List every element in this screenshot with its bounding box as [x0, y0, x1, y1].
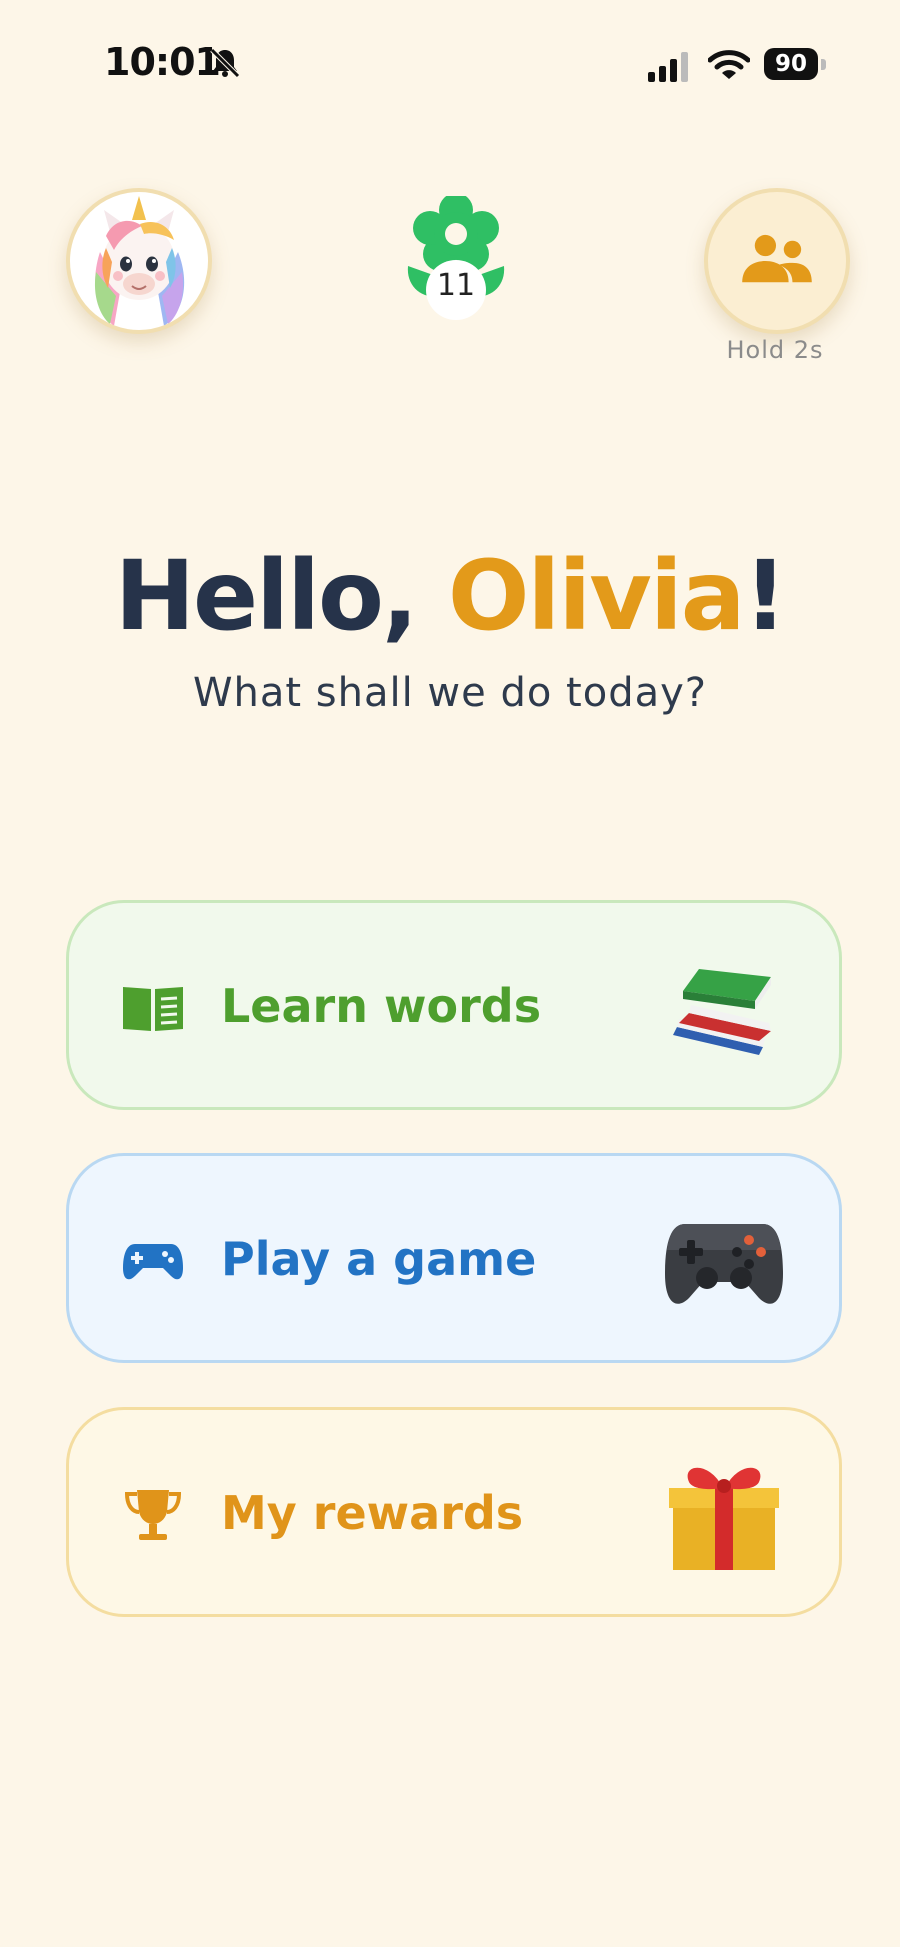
greeting-subtitle: What shall we do today? — [192, 670, 708, 716]
learn-words-button[interactable]: Learn words — [66, 900, 842, 1110]
avatar[interactable] — [66, 188, 212, 334]
play-game-label: Play a game — [221, 1232, 537, 1286]
books-stack-icon — [673, 969, 771, 1055]
game-controller-icon — [665, 1224, 783, 1304]
unicorn-avatar-icon — [94, 196, 185, 326]
book-icon — [123, 987, 183, 1031]
cellular-signal-icon — [648, 52, 688, 82]
greeting-hello: Hello, — [114, 540, 448, 652]
learn-words-label: Learn words — [221, 979, 542, 1033]
wifi-icon — [708, 50, 750, 79]
battery-level: 90 — [764, 48, 818, 80]
greeting-punct: ! — [743, 540, 788, 652]
flower-icon — [407, 196, 505, 320]
greeting-name: Olivia — [447, 540, 746, 652]
people-icon — [742, 234, 812, 283]
play-game-button[interactable]: Play a game — [66, 1153, 842, 1363]
gamepad-icon — [123, 1244, 183, 1280]
gift-box-icon — [669, 1467, 779, 1570]
parent-mode-button[interactable] — [704, 188, 850, 334]
my-rewards-button[interactable]: My rewards — [66, 1407, 842, 1617]
battery-indicator: 90 — [764, 48, 826, 80]
flower-count: 11 — [436, 268, 476, 303]
greeting-title: Hello, Olivia! — [0, 540, 900, 652]
status-time: 10:01 — [104, 40, 221, 84]
hold-hint: Hold 2s — [726, 336, 824, 364]
trophy-icon — [124, 1490, 182, 1540]
silent-bell-icon — [210, 48, 240, 78]
my-rewards-label: My rewards — [221, 1486, 524, 1540]
